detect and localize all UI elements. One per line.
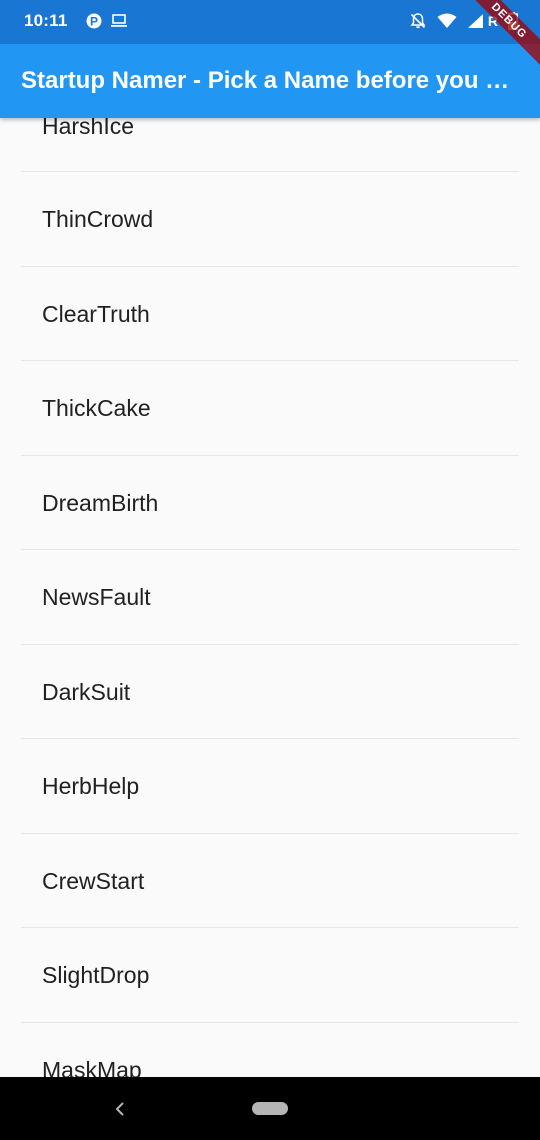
list-item[interactable]: DarkSuit [21,645,519,739]
startup-name-list[interactable]: HarshIce ThinCrowd ClearTruth ThickCake … [0,77,540,1083]
back-icon[interactable] [108,1097,132,1121]
list-item-label: ThickCake [42,395,151,421]
list-item-label: HerbHelp [42,773,140,799]
parking-icon: P [86,12,102,30]
list-item[interactable]: DreamBirth [21,456,519,550]
list-item-label: SlightDrop [42,962,150,988]
app-title: Startup Namer - Pick a Name before you s… [21,67,519,94]
wifi-icon [437,13,457,29]
list-item[interactable]: HerbHelp [21,739,519,834]
signal-icon [467,13,484,29]
list-item-label: NewsFault [42,584,151,610]
svg-text:P: P [90,15,98,29]
list-item[interactable]: ThinCrowd [21,172,519,267]
list-item[interactable]: NewsFault [21,550,519,645]
list-item[interactable]: ClearTruth [21,267,519,361]
app-screen: 10:11 P R DEBUG Startup Namer - Pick a N… [0,0,540,1140]
status-bar: 10:11 P R [0,0,540,44]
list-item-label: ClearTruth [42,300,150,327]
home-pill[interactable] [252,1102,288,1115]
app-bar: Startup Namer - Pick a Name before you s… [0,44,540,118]
list-item-label: ThinCrowd [42,206,154,232]
notifications-off-icon [409,12,427,30]
status-time: 10:11 [24,11,68,30]
status-left-icons: P [86,12,128,30]
laptop-icon [110,13,128,29]
list-item[interactable]: ThickCake [21,361,519,456]
list-item[interactable]: SlightDrop [21,928,519,1023]
list-item-label: DarkSuit [42,678,131,705]
list-item-label: DreamBirth [42,489,159,516]
list-item[interactable]: CrewStart [21,834,519,928]
list-item-label: CrewStart [42,867,145,894]
navigation-bar [0,1077,540,1140]
